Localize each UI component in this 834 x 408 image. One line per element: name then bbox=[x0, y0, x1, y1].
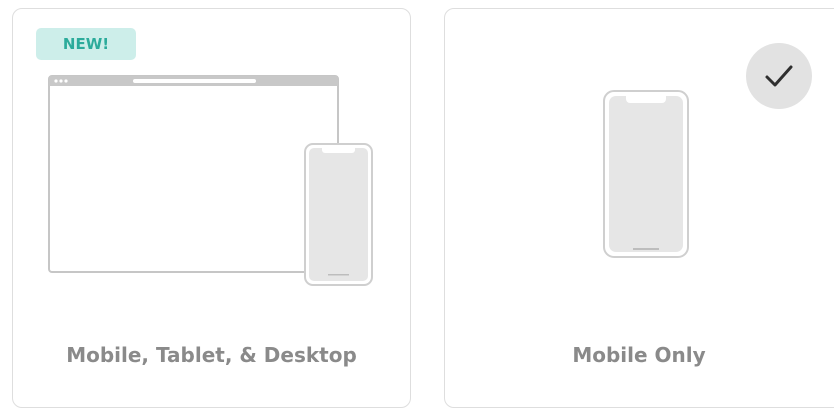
selected-checkmark bbox=[746, 43, 812, 109]
checkmark-icon bbox=[765, 65, 793, 87]
option-label: Mobile, Tablet, & Desktop bbox=[66, 343, 357, 367]
option-card-mobile-only[interactable]: Mobile Only bbox=[444, 8, 834, 408]
option-label: Mobile Only bbox=[572, 343, 706, 367]
desktop-and-phone-icon bbox=[48, 75, 373, 286]
option-card-mobile-tablet-desktop[interactable]: NEW! Mobile, Tablet, & Desktop bbox=[12, 8, 411, 408]
